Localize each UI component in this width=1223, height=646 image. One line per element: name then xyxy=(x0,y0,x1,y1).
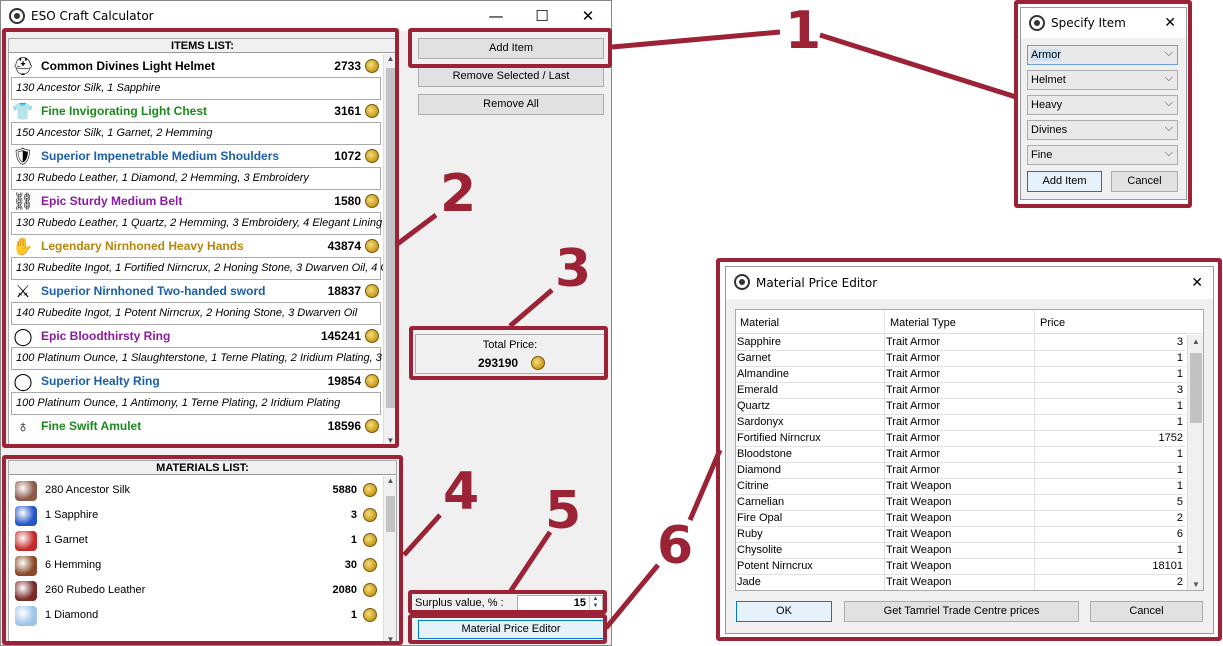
callout-box-6 xyxy=(716,258,1222,641)
callout-number-1: 1 xyxy=(785,1,822,61)
callout-box-3 xyxy=(409,326,608,380)
callout-box-4 xyxy=(2,455,403,645)
callout-box-5 xyxy=(408,590,607,614)
callout-number-4: 4 xyxy=(443,462,480,522)
callout-number-3: 3 xyxy=(555,239,592,299)
callout-box-1 xyxy=(408,28,612,68)
callout-number-2: 2 xyxy=(440,164,477,224)
callout-number-6: 6 xyxy=(657,516,694,576)
callout-box-1b xyxy=(1014,0,1192,208)
callout-box-6a xyxy=(408,614,607,644)
callout-box-2 xyxy=(2,28,399,448)
callout-number-5: 5 xyxy=(545,481,582,541)
